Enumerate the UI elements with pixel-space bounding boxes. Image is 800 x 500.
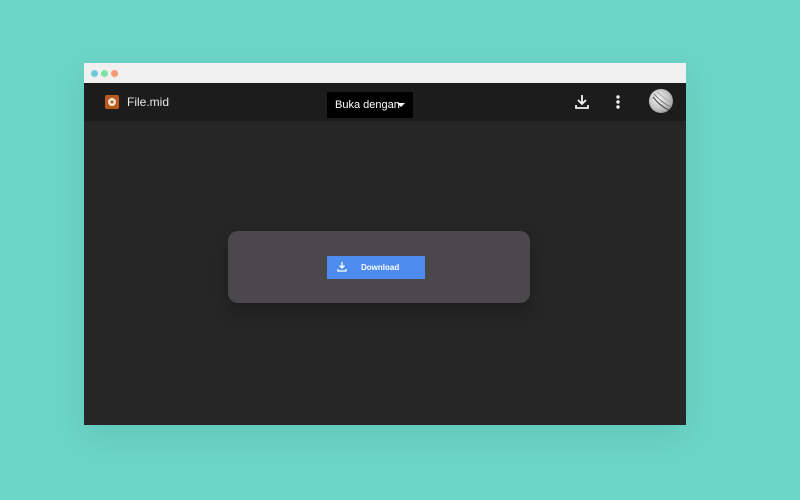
window-dot-close[interactable] xyxy=(91,70,98,77)
window-dot-minimize[interactable] xyxy=(101,70,108,77)
open-with-button[interactable]: Buka dengan xyxy=(327,92,413,118)
browser-window: File.mid Buka dengan Download xyxy=(84,63,686,425)
avatar[interactable] xyxy=(649,89,673,113)
file-viewer-toolbar: File.mid Buka dengan xyxy=(84,83,686,121)
preview-area: Download xyxy=(84,121,686,425)
midi-file-icon xyxy=(105,95,119,109)
download-card: Download xyxy=(228,231,530,303)
open-with-label: Buka dengan xyxy=(335,99,400,111)
chevron-down-icon xyxy=(397,103,405,107)
more-vertical-icon xyxy=(616,95,620,109)
download-icon xyxy=(336,261,348,273)
download-icon xyxy=(575,95,589,109)
download-label: Download xyxy=(361,263,400,272)
file-name: File.mid xyxy=(127,95,170,109)
titlebar xyxy=(84,63,686,83)
more-options-button[interactable] xyxy=(608,92,628,112)
download-button[interactable]: Download xyxy=(327,256,425,279)
toolbar-download-button[interactable] xyxy=(572,92,592,112)
window-dot-maximize[interactable] xyxy=(111,70,118,77)
